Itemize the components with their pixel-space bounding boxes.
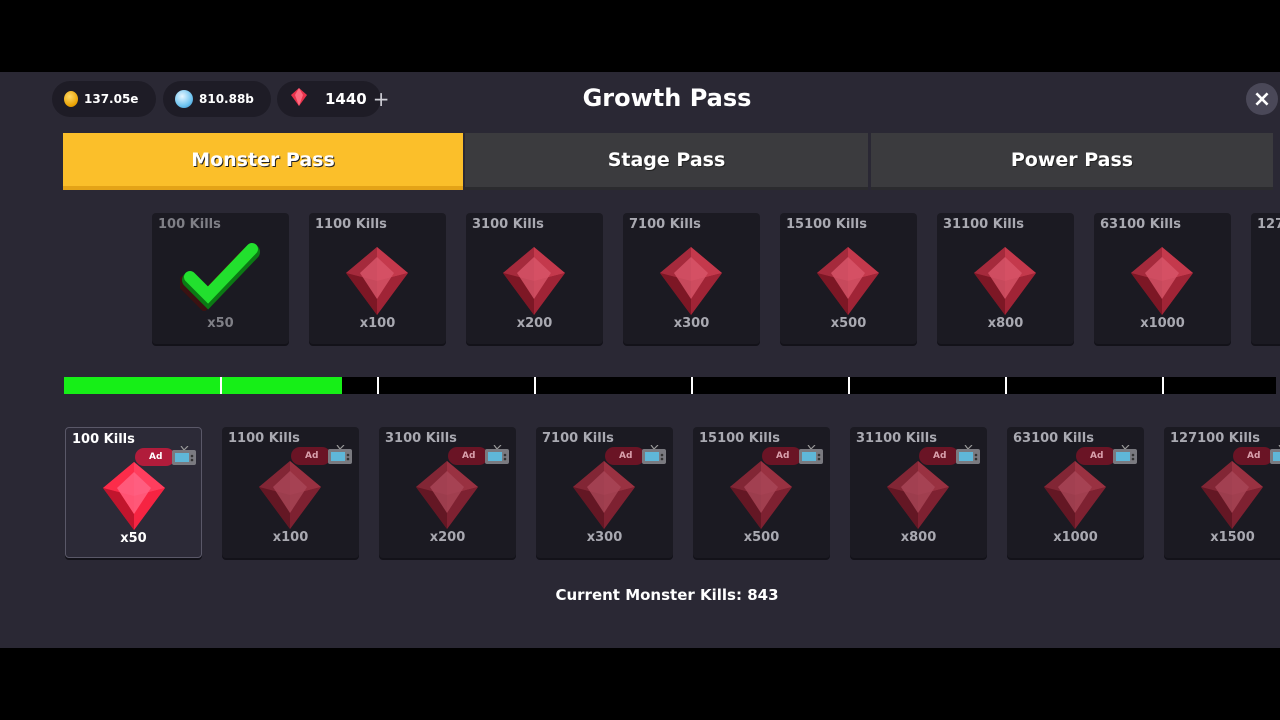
- red-gem-icon: [569, 459, 639, 531]
- reward-amount: x800: [900, 530, 937, 545]
- red-gem-icon: [726, 459, 796, 531]
- free-reward-card[interactable]: 15100 Kills x500: [780, 213, 917, 344]
- red-gem-icon: [1197, 459, 1267, 531]
- free-reward-card[interactable]: 63100 Kills x1000: [1094, 213, 1231, 344]
- red-gem-icon: [883, 459, 953, 531]
- letterbox-top: [0, 0, 1280, 72]
- free-reward-card[interactable]: 100 Kills x50: [152, 213, 289, 344]
- tv-icon: [327, 444, 353, 465]
- reward-kills-label: 3100 Kills: [385, 431, 457, 446]
- reward-amount: x300: [586, 530, 623, 545]
- reward-amount: x1000: [1053, 530, 1098, 545]
- reward-amount: x200: [516, 316, 553, 331]
- red-gem-icon: [289, 87, 309, 111]
- progress-milestone-tick: [377, 377, 379, 394]
- progress-milestone-tick: [220, 377, 222, 394]
- reward-amount: x50: [120, 531, 147, 546]
- reward-kills-label: 7100 Kills: [629, 217, 701, 232]
- reward-amount: x800: [987, 316, 1024, 331]
- reward-amount: x500: [743, 530, 780, 545]
- reward-amount: x200: [429, 530, 466, 545]
- tab-stage-pass[interactable]: Stage Pass: [465, 133, 868, 190]
- reward-kills-label: 100 Kills: [72, 432, 135, 447]
- ad-reward-card[interactable]: 31100 Kills Ad x800: [850, 427, 987, 558]
- kill-progress-fill: [64, 377, 342, 394]
- progress-milestone-tick: [691, 377, 693, 394]
- reward-amount: x1500: [1210, 530, 1255, 545]
- kill-progress-bar: [64, 377, 1276, 394]
- reward-amount: x500: [830, 316, 867, 331]
- reward-amount: x1000: [1140, 316, 1185, 331]
- progress-milestone-tick: [848, 377, 850, 394]
- tv-icon: [171, 445, 197, 466]
- ad-reward-card[interactable]: 63100 Kills Ad x1000: [1007, 427, 1144, 558]
- pearl-currency: 810.88b: [163, 81, 271, 117]
- page-title: Growth Pass: [582, 84, 752, 112]
- reward-kills-label: 63100 Kills: [1013, 431, 1094, 446]
- free-reward-card[interactable]: 31100 Kills x800: [937, 213, 1074, 344]
- gold-value: 137.05e: [84, 92, 139, 106]
- gem-currency[interactable]: 1440 +: [277, 81, 390, 117]
- reward-kills-label: 1100 Kills: [315, 217, 387, 232]
- free-reward-card[interactable]: 127: [1251, 213, 1280, 344]
- reward-amount: x50: [207, 316, 234, 331]
- red-gem-icon: [1040, 459, 1110, 531]
- tv-icon: [955, 444, 981, 465]
- current-kills-text: Current Monster Kills: 843: [555, 586, 779, 604]
- pearl-orb-icon: [175, 90, 193, 108]
- ad-reward-card[interactable]: 7100 Kills Ad x300: [536, 427, 673, 558]
- reward-kills-label: 1100 Kills: [228, 431, 300, 446]
- red-gem-icon: [970, 245, 1040, 317]
- reward-kills-label: 7100 Kills: [542, 431, 614, 446]
- tv-icon: [798, 444, 824, 465]
- tv-icon: [1112, 444, 1138, 465]
- tv-icon: [641, 444, 667, 465]
- reward-amount: x300: [673, 316, 710, 331]
- free-reward-card[interactable]: 3100 Kills x200: [466, 213, 603, 344]
- pearl-value: 810.88b: [199, 92, 254, 106]
- gold-coin-icon: [64, 91, 78, 107]
- free-reward-card[interactable]: 7100 Kills x300: [623, 213, 760, 344]
- claimed-checkmark-icon: [178, 239, 264, 313]
- ad-reward-card[interactable]: 100 Kills Ad x50: [65, 427, 202, 558]
- ad-reward-card[interactable]: 1100 Kills Ad x100: [222, 427, 359, 558]
- reward-kills-label: 31100 Kills: [856, 431, 937, 446]
- tab-monster-pass[interactable]: Monster Pass: [63, 133, 463, 190]
- reward-kills-label: 127: [1257, 217, 1280, 232]
- ad-reward-card[interactable]: 127100 Kills Ad x1500: [1164, 427, 1280, 558]
- add-gems-icon[interactable]: +: [373, 87, 390, 111]
- free-reward-card[interactable]: 1100 Kills x100: [309, 213, 446, 344]
- reward-kills-label: 3100 Kills: [472, 217, 544, 232]
- growth-pass-panel: 137.05e 810.88b 1440 + Growth Pass × Mon…: [0, 72, 1280, 648]
- red-gem-icon: [813, 245, 883, 317]
- red-gem-icon: [412, 459, 482, 531]
- reward-kills-label: 15100 Kills: [786, 217, 867, 232]
- close-button[interactable]: ×: [1246, 83, 1278, 115]
- ad-reward-card[interactable]: 3100 Kills Ad x200: [379, 427, 516, 558]
- reward-amount: x100: [272, 530, 309, 545]
- red-gem-icon: [656, 245, 726, 317]
- tab-power-pass[interactable]: Power Pass: [871, 133, 1273, 190]
- progress-milestone-tick: [1005, 377, 1007, 394]
- reward-kills-label: 100 Kills: [158, 217, 221, 232]
- reward-amount: x100: [359, 316, 396, 331]
- letterbox-bottom: [0, 648, 1280, 720]
- reward-kills-label: 127100 Kills: [1170, 431, 1260, 446]
- progress-milestone-tick: [534, 377, 536, 394]
- gold-currency: 137.05e: [52, 81, 156, 117]
- red-gem-icon: [1127, 245, 1197, 317]
- reward-kills-label: 63100 Kills: [1100, 217, 1181, 232]
- red-gem-icon: [255, 459, 325, 531]
- red-gem-icon: [499, 245, 569, 317]
- red-gem-icon: [99, 460, 169, 532]
- red-gem-icon: [342, 245, 412, 317]
- gem-value: 1440: [325, 90, 367, 108]
- tv-icon: [484, 444, 510, 465]
- ad-reward-card[interactable]: 15100 Kills Ad x500: [693, 427, 830, 558]
- tv-icon: [1269, 444, 1280, 465]
- reward-kills-label: 31100 Kills: [943, 217, 1024, 232]
- reward-kills-label: 15100 Kills: [699, 431, 780, 446]
- progress-milestone-tick: [1162, 377, 1164, 394]
